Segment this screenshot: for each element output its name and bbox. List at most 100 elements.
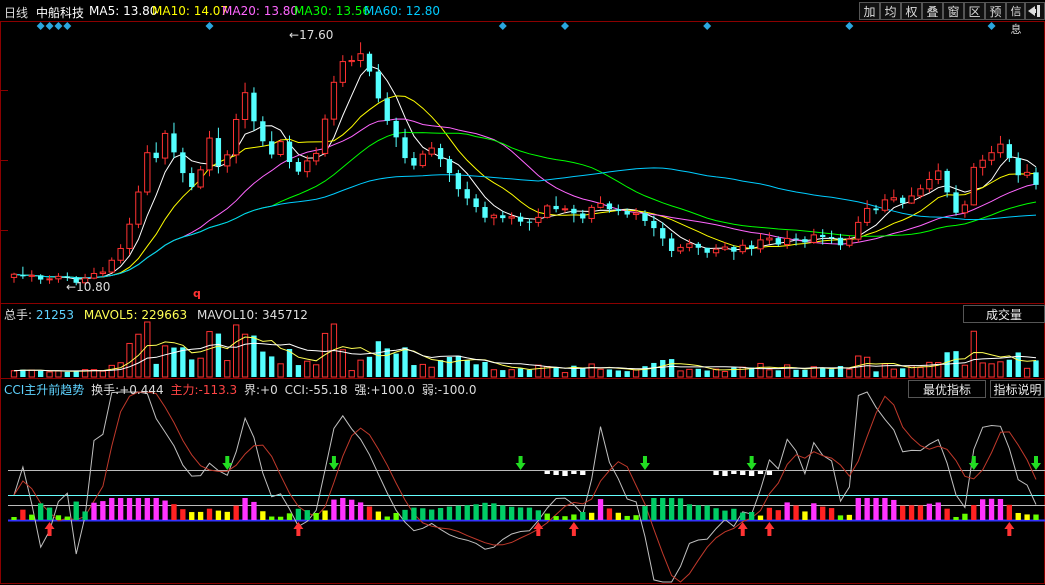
indicator-bar (944, 508, 950, 520)
volume-bar (490, 369, 498, 378)
candle-body (810, 234, 817, 243)
volume-bar (126, 342, 133, 378)
indicator-help-button[interactable]: 指标说明 (990, 380, 1045, 398)
indicator-bar (437, 507, 444, 520)
indicator-bar (11, 517, 17, 520)
volume-bar (384, 348, 390, 377)
signal-diamond (703, 22, 712, 30)
volume-bar (108, 364, 115, 378)
volume-bar (820, 367, 826, 377)
candle-body (721, 246, 729, 250)
chart-canvas[interactable] (0, 0, 1045, 585)
candle-body (526, 221, 533, 223)
candle-body (908, 195, 915, 204)
volume-bar (180, 347, 186, 377)
candle-body (286, 141, 293, 162)
volume-bar (357, 359, 364, 378)
indicator-bar (375, 511, 382, 520)
volume-bar (295, 365, 302, 377)
volume-bar (46, 371, 53, 378)
candle-body (37, 275, 44, 280)
candle-body (482, 207, 488, 218)
volume-bar (260, 351, 266, 377)
candle-body (606, 203, 613, 210)
volume-bar (464, 360, 470, 377)
candle-body (757, 239, 764, 250)
candle-body (197, 169, 204, 188)
candle-body (890, 197, 897, 201)
buy-arrow-icon (568, 522, 579, 536)
signal-block (748, 471, 755, 476)
indicator-bar (224, 511, 230, 520)
indicator-bar (446, 506, 453, 520)
candle-body (437, 148, 444, 160)
indicator-bar (109, 498, 115, 520)
signal-block (766, 471, 773, 475)
indicator-bar (286, 513, 293, 520)
indicator-bar (837, 515, 844, 520)
volume-bar (304, 360, 311, 378)
cci-line (13, 391, 1037, 583)
candle-body (446, 159, 453, 174)
volume-bar (375, 341, 382, 377)
candle-body (241, 92, 249, 120)
candle-body (161, 132, 169, 159)
volume-bar (580, 368, 586, 377)
indicator-bar (757, 515, 764, 520)
indicator-bar (322, 510, 328, 520)
best-indicator-button[interactable]: 最优指标 (908, 380, 986, 398)
indicator-bar (464, 505, 470, 520)
volume-bar (632, 369, 640, 378)
indicator-bar (677, 498, 684, 520)
indicator-bar (935, 502, 941, 520)
volume-bar (873, 371, 879, 377)
volume-bar (348, 370, 355, 378)
high-price-label: ←17.60 (289, 28, 334, 42)
indicator-bar (873, 498, 879, 520)
candle-body (144, 152, 151, 193)
candle-body (312, 152, 320, 162)
volume-bar (997, 361, 1004, 378)
candle-body (802, 239, 808, 243)
candle-body (970, 166, 977, 206)
volume-bar (508, 369, 515, 378)
indicator-bar (891, 499, 897, 520)
candle-body (580, 213, 586, 219)
indicator-bar (135, 498, 142, 520)
candle-body (46, 278, 53, 281)
signal-block (740, 471, 746, 475)
volume-bar (961, 364, 969, 378)
candle-body (766, 237, 773, 241)
indicator-bar (580, 511, 586, 520)
indicator-bar (233, 505, 239, 520)
indicator-bar (1024, 514, 1030, 520)
indicator-bar (846, 514, 853, 520)
volume-bar (99, 370, 107, 378)
signal-marker: q (193, 287, 201, 300)
signal-block (571, 471, 577, 474)
volume-bar (366, 356, 373, 377)
candle-body (348, 60, 355, 63)
indicator-bar (215, 510, 222, 520)
candle-body (375, 71, 382, 99)
volume-indicator-button[interactable]: 成交量 (963, 305, 1045, 323)
indicator-bar (855, 498, 861, 520)
candle-body (464, 189, 470, 199)
candle-body (642, 213, 648, 221)
volume-bar (73, 370, 79, 377)
volume-bar (312, 364, 320, 378)
volume-bar (917, 367, 924, 378)
indicator-bar (908, 505, 915, 520)
signal-diamond (63, 22, 72, 30)
candle-body (473, 198, 479, 208)
candle-body (251, 92, 257, 122)
indicator-bar (420, 508, 426, 520)
indicator-bar (46, 507, 53, 520)
volume-bar (411, 365, 417, 377)
volume-bar (624, 371, 630, 377)
buy-arrow-icon (764, 522, 775, 536)
signal-block (562, 471, 568, 476)
indicator-bar (864, 498, 870, 520)
candle-body (900, 197, 906, 204)
candle-body (660, 228, 666, 239)
